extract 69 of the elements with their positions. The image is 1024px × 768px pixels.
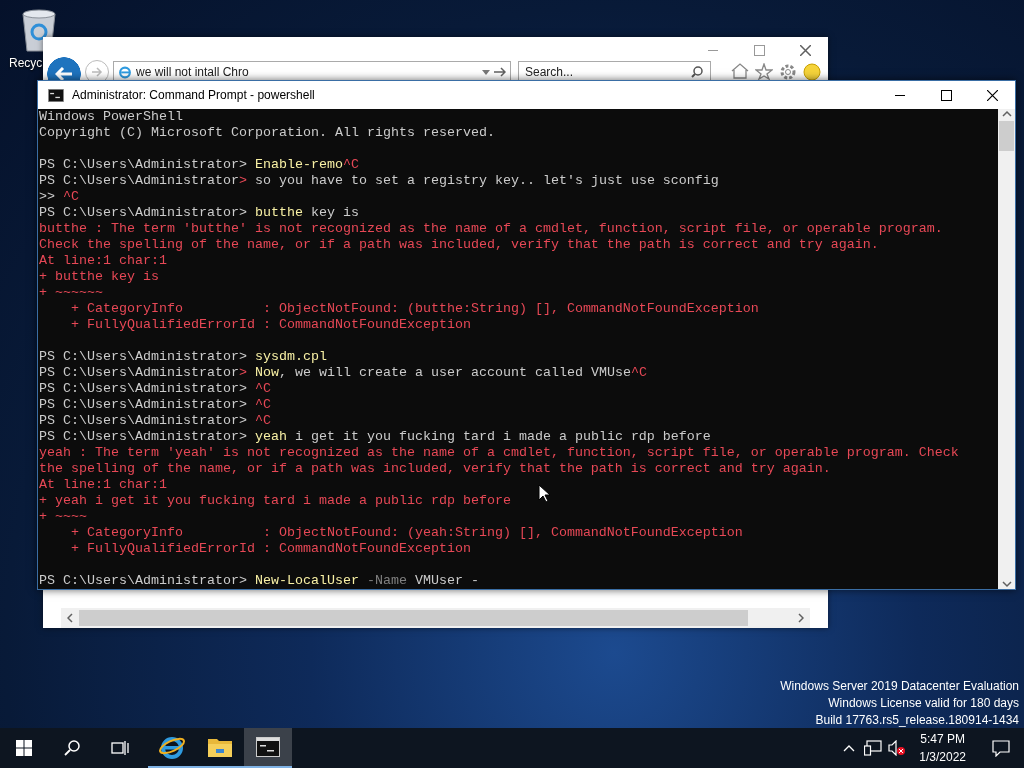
volume-muted-icon[interactable] (888, 740, 907, 756)
console-line: >> ^C (39, 189, 79, 205)
scroll-thumb[interactable] (79, 610, 748, 626)
console-icon (48, 88, 64, 102)
smiley-icon[interactable] (803, 63, 821, 81)
system-notice-text: Windows Server 2019 Datacenter Evaluation (780, 678, 1019, 694)
console-line: + ~~~~~~ (39, 285, 103, 301)
console-line: PS C:\Users\Administrator> ^C (39, 397, 271, 413)
console-line: butthe : The term 'butthe' is not recognized as the name of a cmdlet, function, script file, or operable program. (39, 221, 943, 237)
folder-icon (208, 737, 232, 757)
maximize-icon (940, 89, 952, 101)
console-line: At line:1 char:1 (39, 477, 167, 493)
browser-icon (159, 734, 185, 760)
console-line: + FullyQualifiedErrorId : CommandNotFoundException (70, 317, 471, 333)
scroll-thumb[interactable] (999, 121, 1014, 151)
minimize-icon (708, 49, 718, 51)
console-line: At line:1 char:1 (39, 253, 167, 269)
console-line: + butthe key is (39, 269, 159, 285)
console-line: + yeah i get it you fucking tard i made a public rdp before (39, 493, 511, 509)
console-line: Copyright (C) Microsoft Corporation. All rights reserved. (39, 125, 495, 141)
windows-logo-icon (16, 740, 32, 756)
console-line: PS C:\Users\Administrator> Enable-remo^C (39, 157, 359, 173)
scroll-down-icon[interactable] (1001, 579, 1012, 589)
task-view-icon (111, 740, 129, 756)
search-icon (64, 740, 80, 756)
scroll-up-icon[interactable] (1001, 109, 1012, 119)
scroll-right-icon[interactable] (798, 613, 804, 623)
console-line: + CategoryInfo : ObjectNotFound: (yeah:String) [], CommandNotFoundException (70, 525, 743, 541)
console-line: PS C:\Users\Administrator> yeah i get it you fucking tard i made a public rdp before (39, 429, 711, 445)
console-line: PS C:\Users\Administrator> ^C (39, 381, 271, 397)
clock[interactable]: 5:47 PM 1/3/2022 (911, 730, 974, 766)
close-icon (986, 89, 998, 101)
cursor-icon (538, 484, 550, 503)
star-icon[interactable] (755, 63, 773, 80)
console-line: PS C:\Users\Administrator> Now, we will create a user account called VMUse^C (39, 365, 647, 381)
maximize-icon (753, 44, 765, 56)
console-line: + CategoryInfo : ObjectNotFound: (butthe:String) [], CommandNotFoundException (70, 301, 759, 317)
console-line: PS C:\Users\Administrator> ^C (39, 413, 271, 429)
chevron-up-icon[interactable] (843, 744, 856, 752)
console-line: the spelling of the name, or if a path was included, verify that the path is correct and try again. (39, 461, 831, 477)
console-line: PS C:\Users\Administrator> butthe key is (39, 205, 359, 221)
vertical-scrollbar[interactable] (998, 109, 1015, 589)
dropdown-icon[interactable] (482, 69, 490, 75)
arrow-right-icon (91, 67, 103, 77)
console-line: yeah : The term 'yeah' is not recognized as the name of a cmdlet, function, script file, or operable program. Check (39, 445, 959, 461)
settings-icon[interactable] (779, 63, 797, 81)
console-line: PS C:\Users\Administrator> New-LocalUser -Name VMUser - (39, 573, 479, 589)
window-title: Administrator: Command Prompt - powershell (72, 88, 316, 102)
system-notice-text: Windows License valid for 180 days (828, 695, 1019, 711)
console-line: Windows PowerShell (39, 109, 183, 125)
home-icon[interactable] (731, 63, 749, 79)
minimize-icon (895, 94, 905, 96)
system-notice-text: Build 17763.rs5_release.180914-1434 (815, 712, 1019, 728)
console-line: + FullyQualifiedErrorId : CommandNotFoundException (70, 541, 471, 557)
close-icon (799, 44, 811, 56)
browser-icon (118, 65, 132, 79)
go-arrow-icon[interactable] (494, 67, 506, 77)
console-line: PS C:\Users\Administrator> so you have to set a registry key.. let's just use sconfig (39, 173, 719, 189)
console-icon (256, 737, 280, 757)
message-icon (992, 739, 1010, 757)
search-field[interactable]: Search... (518, 61, 711, 83)
taskbar-app-button[interactable] (244, 728, 292, 768)
search-icon[interactable] (691, 66, 703, 78)
console-line: + ~~~~ (39, 509, 87, 525)
network-icon[interactable] (864, 740, 883, 756)
console-line: Check the spelling of the name, or if a path was included, verify that the path is correct and try again. (39, 237, 879, 253)
scroll-left-icon[interactable] (67, 613, 73, 623)
console-line: PS C:\Users\Administrator> sysdm.cpl (39, 349, 327, 365)
horizontal-scrollbar[interactable] (61, 608, 810, 628)
